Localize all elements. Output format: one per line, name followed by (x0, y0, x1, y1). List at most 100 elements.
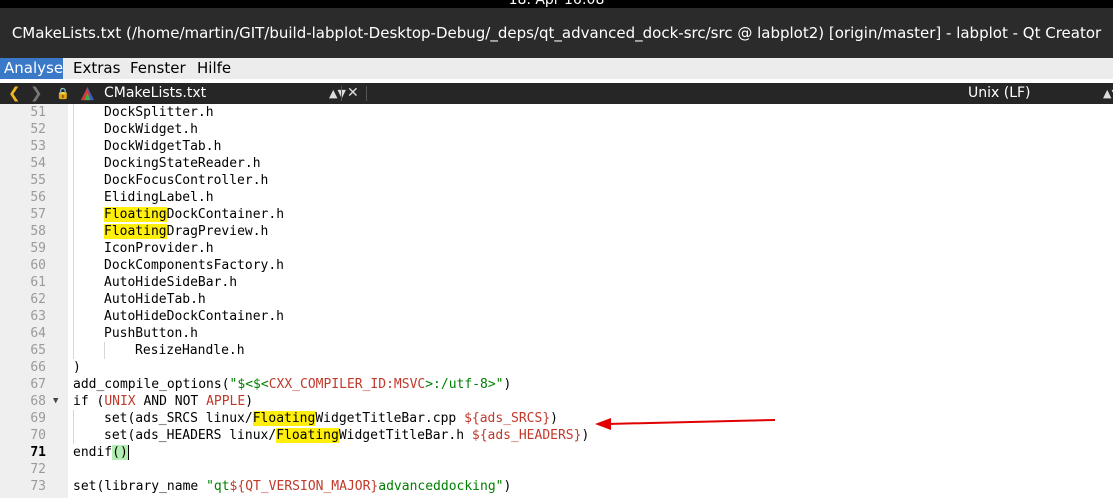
code-line: 72 (0, 461, 1113, 478)
code-text: ElidingLabel.h (104, 190, 214, 205)
menu-analyse[interactable]: Analyse (0, 58, 63, 79)
code-fragment: ) (550, 411, 558, 426)
cmake-file-icon (80, 86, 95, 101)
code-line: 58 FloatingDragPreview.h (0, 223, 1113, 240)
code-text: DockWidgetTab.h (104, 139, 222, 154)
code-line: 55 DockFocusController.h (0, 172, 1113, 189)
code-text: DockFocusController.h (104, 173, 269, 188)
string-literal: advanceddocking" (378, 479, 504, 494)
menu-bar: Analyse Extras Fenster Hilfe (0, 58, 1113, 79)
code-line: 70 set(ads_HEADERS linux/FloatingWidgetTi… (0, 427, 1113, 444)
menu-hilfe[interactable]: Hilfe (193, 58, 235, 79)
line-number: 64 (30, 326, 46, 341)
toolbar-divider (341, 86, 342, 101)
variable-token: APPLE (206, 394, 246, 409)
current-code-line: 71 endif() (0, 444, 1113, 461)
string-literal: "$<$< (229, 377, 269, 392)
line-number: 70 (30, 428, 46, 443)
code-line: 68 ▼ if (UNIX AND NOT APPLE) (0, 393, 1113, 410)
code-line: 53 DockWidgetTab.h (0, 138, 1113, 155)
line-number: 51 (30, 105, 46, 120)
toolbar-divider (366, 86, 367, 101)
code-text: FloatingDragPreview.h (104, 223, 268, 240)
search-highlight: Floating (276, 428, 339, 443)
code-text: DockSplitter.h (104, 105, 214, 120)
code-line: 73 set(library_name "qt${QT_VERSION_MAJOR… (0, 478, 1113, 495)
code-line: 54 DockingStateReader.h (0, 155, 1113, 172)
code-fragment: set(ads_HEADERS linux/ (104, 428, 277, 443)
menu-extras[interactable]: Extras (69, 58, 124, 79)
code-line: 56 ElidingLabel.h (0, 189, 1113, 206)
variable-token: ${ads_SRCS} (464, 411, 551, 426)
code-fragment: ) (503, 479, 512, 494)
code-text: PushButton.h (104, 326, 198, 341)
variable-token: UNIX (104, 394, 136, 409)
annotation-arrow (595, 418, 775, 430)
code-line: 61 AutoHideSideBar.h (0, 274, 1113, 291)
code-text: AutoHideTab.h (104, 292, 206, 307)
window-title-bar: CMakeLists.txt (/home/martin/GIT/build-l… (0, 8, 1113, 58)
code-line: 62 AutoHideTab.h (0, 291, 1113, 308)
code-fragment: ) (245, 394, 254, 409)
line-number: 57 (30, 207, 46, 222)
line-number: 53 (30, 139, 46, 154)
code-line: 67 add_compile_options("$<$<CXX_COMPILER_… (0, 376, 1113, 393)
system-top-bar: 18. Apr 16:08 (0, 0, 1113, 8)
code-line: 60 DockComponentsFactory.h (0, 257, 1113, 274)
variable-token: ${ads_HEADERS} (471, 428, 582, 443)
code-fragment: if ( (73, 394, 105, 409)
line-number: 59 (30, 241, 46, 256)
code-text: AutoHideDockContainer.h (104, 309, 285, 324)
line-number: 58 (30, 224, 46, 239)
code-fragment: DragPreview.h (166, 224, 269, 239)
code-line: 63 AutoHideDockContainer.h (0, 308, 1113, 325)
code-line: 52 DockWidget.h (0, 121, 1113, 138)
code-fragment: set(ads_SRCS linux/ (104, 411, 253, 426)
menu-fenster[interactable]: Fenster (126, 58, 190, 79)
code-text: set(ads_HEADERS linux/FloatingWidgetTitl… (104, 427, 589, 444)
string-literal: "qt (206, 479, 230, 494)
code-text: DockingStateReader.h (104, 156, 261, 171)
line-ending-selector[interactable]: Unix (LF) (968, 83, 1031, 104)
up-down-arrows-icon[interactable]: ▲▼ (1103, 83, 1113, 104)
search-highlight: Floating (252, 411, 316, 426)
string-literal: >:/utf-8>" (425, 377, 504, 392)
line-number: 67 (30, 377, 46, 392)
search-highlight: Floating (104, 224, 167, 239)
forward-arrow-icon[interactable]: ❯ (30, 83, 43, 104)
variable-token: ${QT_VERSION_MAJOR} (229, 479, 379, 494)
variable-token: CXX_COMPILER_ID:MSVC (268, 377, 426, 392)
line-number: 72 (30, 462, 46, 477)
window-title: CMakeLists.txt (/home/martin/GIT/build-l… (11, 24, 1102, 42)
line-number: 71 (30, 445, 46, 460)
line-number: 66 (30, 360, 46, 375)
close-icon[interactable]: ✕ (347, 83, 359, 104)
code-editor[interactable]: 51 DockSplitter.h 52 DockWidget.h 53 DockWi… (0, 104, 1113, 498)
menu-fenster-label: Fenster (130, 59, 186, 77)
code-line: 64 PushButton.h (0, 325, 1113, 342)
line-number: 73 (30, 479, 46, 494)
line-number: 54 (30, 156, 46, 171)
menu-analyse-label: Analyse (4, 59, 64, 77)
code-line: 59 IconProvider.h (0, 240, 1113, 257)
matching-parentheses: () (112, 445, 128, 460)
code-fragment: AND NOT (135, 394, 207, 409)
code-line: 69 set(ads_SRCS linux/FloatingWidgetTitle… (0, 410, 1113, 427)
back-arrow-icon[interactable]: ❮ (8, 83, 21, 104)
line-number: 68 (30, 394, 46, 409)
line-number: 60 (30, 258, 46, 273)
line-number: 56 (30, 190, 46, 205)
code-fragment: WidgetTitleBar.cpp (315, 411, 465, 426)
code-fragment: WidgetTitleBar.h (338, 428, 472, 443)
code-line: 66) (0, 359, 1113, 376)
code-text: add_compile_options("$<$<CXX_COMPILER_ID… (73, 376, 511, 393)
open-file-name[interactable]: CMakeLists.txt (104, 83, 206, 104)
code-fragment: ) (503, 377, 512, 392)
code-fragment: set(library_name (73, 479, 207, 494)
fold-arrow-icon[interactable]: ▼ (53, 393, 58, 410)
line-number: 61 (30, 275, 46, 290)
menu-extras-label: Extras (73, 59, 121, 77)
up-down-arrows-icon[interactable]: ▲▼ (329, 83, 346, 104)
code-text: IconProvider.h (104, 241, 214, 256)
code-text: DockWidget.h (104, 122, 198, 137)
